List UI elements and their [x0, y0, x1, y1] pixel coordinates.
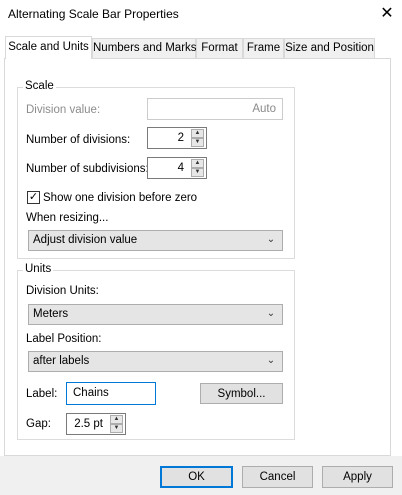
division-value-label: Division value: — [26, 104, 101, 116]
tab-numbers-and-marks[interactable]: Numbers and Marks — [92, 38, 197, 58]
apply-button[interactable]: Apply — [322, 466, 393, 488]
when-resizing-value: Adjust division value — [33, 234, 138, 246]
division-value-field: Auto — [147, 98, 283, 120]
tab-size-and-position[interactable]: Size and Position — [284, 38, 375, 58]
division-units-label: Division Units: — [26, 285, 99, 297]
subdivisions-up-icon[interactable]: ▲ — [191, 159, 204, 168]
units-group-title: Units — [23, 263, 54, 275]
gap-down-icon[interactable]: ▼ — [110, 424, 123, 433]
ok-button[interactable]: OK — [160, 466, 233, 488]
subdivisions-down-icon[interactable]: ▼ — [191, 168, 204, 177]
tab-scale-and-units[interactable]: Scale and Units — [5, 36, 92, 59]
close-icon[interactable]: ✕ — [376, 3, 398, 25]
gap-label: Gap: — [26, 418, 51, 430]
scale-group-title: Scale — [23, 80, 56, 92]
label-position-label: Label Position: — [26, 333, 102, 345]
divisions-up-icon[interactable]: ▲ — [191, 129, 204, 138]
divisions-down-icon[interactable]: ▼ — [191, 138, 204, 147]
tab-format[interactable]: Format — [196, 38, 243, 58]
number-of-subdivisions-label: Number of subdivisions: — [26, 163, 149, 175]
tab-frame[interactable]: Frame — [243, 38, 284, 58]
label-input[interactable]: Chains — [66, 382, 156, 405]
number-of-divisions-label: Number of divisions: — [26, 134, 131, 146]
division-units-value: Meters — [33, 308, 69, 320]
show-one-division-label: Show one division before zero — [43, 192, 198, 204]
show-one-division-checkbox[interactable]: ✓ — [27, 191, 40, 204]
title-bar: Alternating Scale Bar Properties ✕ — [0, 0, 402, 30]
when-resizing-label: When resizing... — [26, 212, 109, 224]
cancel-button[interactable]: Cancel — [242, 466, 313, 488]
label-position-select[interactable]: after labels ⌄ — [28, 351, 283, 372]
symbol-button[interactable]: Symbol... — [200, 383, 283, 404]
label-label: Label: — [26, 388, 58, 400]
division-units-select[interactable]: Meters ⌄ — [28, 304, 283, 325]
chevron-down-icon: ⌄ — [266, 355, 276, 366]
chevron-down-icon: ⌄ — [266, 234, 276, 245]
chevron-down-icon: ⌄ — [266, 308, 276, 319]
window-title: Alternating Scale Bar Properties — [8, 7, 179, 21]
label-position-value: after labels — [33, 355, 90, 367]
when-resizing-select[interactable]: Adjust division value ⌄ — [28, 230, 283, 251]
gap-up-icon[interactable]: ▲ — [110, 415, 123, 424]
